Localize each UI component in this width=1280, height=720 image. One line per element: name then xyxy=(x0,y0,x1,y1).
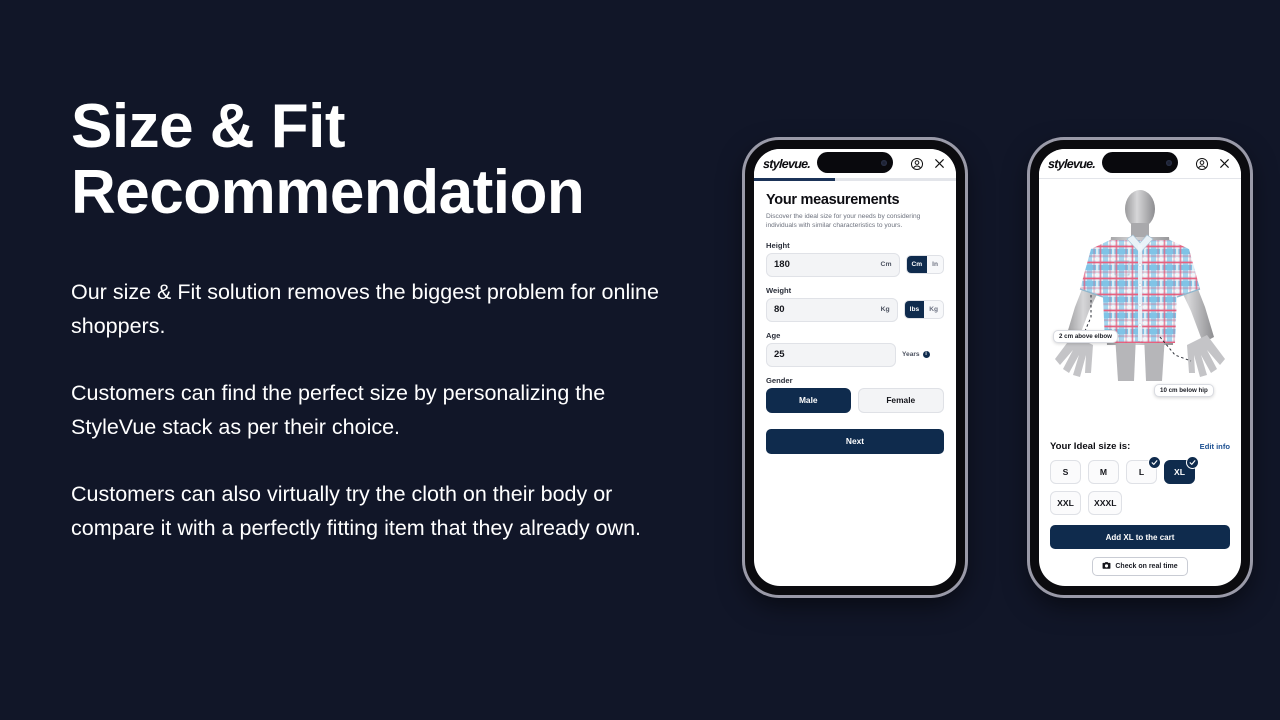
gender-option-male[interactable]: Male xyxy=(766,387,851,413)
stylevue-logo: stylevue. xyxy=(762,156,811,171)
front-camera-icon xyxy=(881,159,887,166)
size-chip-xxxl[interactable]: XXXL xyxy=(1088,491,1123,515)
weight-unit-kg[interactable]: Kg xyxy=(924,301,943,318)
size-options: S M L XL XXL XXXL xyxy=(1050,456,1230,515)
size-chip-label: S xyxy=(1062,467,1069,477)
hero-paragraphs: Our size & Fit solution removes the bigg… xyxy=(71,276,691,546)
size-chip-xl[interactable]: XL xyxy=(1164,456,1199,484)
age-label: Age xyxy=(766,330,781,340)
gender-label: Gender xyxy=(766,375,793,385)
page-title: Size & Fit Recommendation xyxy=(71,92,585,227)
add-to-cart-button[interactable]: Add XL to the cart xyxy=(1050,525,1230,549)
gender-options: Male Female xyxy=(766,387,944,413)
close-icon[interactable] xyxy=(1217,156,1232,171)
phone-screen-measurements: stylevue. Your measurements Discover the… xyxy=(754,149,956,586)
height-row: 180 Cm Cm In xyxy=(766,252,944,277)
size-chip-xxl[interactable]: XXL xyxy=(1050,491,1081,515)
size-chip-label: L xyxy=(1138,467,1145,477)
appbar-actions xyxy=(909,156,947,171)
weight-value: 80 xyxy=(774,304,785,316)
info-icon[interactable]: i xyxy=(922,351,930,359)
age-unit-label: Years xyxy=(902,351,920,359)
virtual-tryon-stage: 2 cm above elbow 10 cm below hip xyxy=(1039,179,1241,433)
age-row: 25 Years i xyxy=(766,342,944,367)
form-subtitle: Discover the ideal size for your needs b… xyxy=(766,212,921,230)
account-circle-icon[interactable] xyxy=(1194,156,1209,171)
annotation-below-hip: 10 cm below hip xyxy=(1154,384,1214,397)
form-title: Your measurements xyxy=(766,191,900,208)
height-unit-cm[interactable]: Cm xyxy=(906,256,928,274)
height-label: Height xyxy=(766,240,790,250)
hero-paragraph-1: Our size & Fit solution removes the bigg… xyxy=(71,280,659,339)
size-chip-label: M xyxy=(1099,467,1108,477)
next-button[interactable]: Next xyxy=(766,428,944,454)
age-value: 25 xyxy=(774,349,785,361)
height-value: 180 xyxy=(774,259,790,271)
height-input[interactable]: 180 Cm xyxy=(766,252,900,277)
size-chip-m[interactable]: M xyxy=(1088,460,1119,484)
front-camera-icon xyxy=(1166,159,1172,166)
age-unit-group: Years i xyxy=(902,351,944,359)
stylevue-logo: stylevue. xyxy=(1047,156,1096,171)
progress-bar xyxy=(754,178,956,181)
hero-copy: Size & Fit Recommendation Our size & Fit… xyxy=(71,94,691,546)
height-unit-in[interactable]: In xyxy=(927,256,943,273)
check-icon xyxy=(1148,456,1161,469)
hero-paragraph-2: Customers can find the perfect size by p… xyxy=(71,381,606,440)
appbar-actions xyxy=(1194,156,1232,171)
close-icon[interactable] xyxy=(932,156,947,171)
dynamic-island xyxy=(1102,152,1178,173)
phone-mockup-measurements: stylevue. Your measurements Discover the… xyxy=(745,140,965,595)
dynamic-island xyxy=(817,152,893,173)
size-chip-s[interactable]: S xyxy=(1050,460,1081,484)
camera-icon xyxy=(1102,561,1111,572)
gender-option-female[interactable]: Female xyxy=(857,387,944,413)
age-input[interactable]: 25 xyxy=(766,342,896,367)
height-unit-toggle[interactable]: Cm In xyxy=(905,255,944,275)
size-chip-label: XL xyxy=(1174,467,1185,477)
size-chip-label: XXXL xyxy=(1094,498,1117,508)
account-circle-icon[interactable] xyxy=(909,156,924,171)
progress-bar-fill xyxy=(754,178,835,181)
weight-input[interactable]: 80 Kg xyxy=(766,297,898,322)
check-real-time-label: Check on real time xyxy=(1115,563,1178,570)
ideal-size-label: Your Ideal size is: xyxy=(1050,441,1131,452)
measurements-form: Your measurements Discover the ideal siz… xyxy=(754,181,956,587)
mannequin-figure: 2 cm above elbow 10 cm below hip xyxy=(1039,185,1241,397)
weight-unit-lbs[interactable]: lbs xyxy=(904,301,925,319)
size-chip-l[interactable]: L xyxy=(1126,456,1161,484)
phone-mockup-tryon: stylevue. 2 cm above elbow 10 cm below h… xyxy=(1030,140,1250,595)
height-unit-suffix: Cm xyxy=(880,261,892,269)
hero-paragraph-3: Customers can also virtually try the clo… xyxy=(71,482,642,541)
weight-label: Weight xyxy=(766,285,792,295)
phone-screen-tryon: stylevue. 2 cm above elbow 10 cm below h… xyxy=(1039,149,1241,586)
check-icon xyxy=(1186,456,1199,469)
weight-unit-toggle[interactable]: lbs Kg xyxy=(903,300,944,320)
weight-row: 80 Kg lbs Kg xyxy=(766,297,944,322)
annotation-above-elbow: 2 cm above elbow xyxy=(1053,330,1118,343)
check-real-time-button[interactable]: Check on real time xyxy=(1092,557,1188,576)
sizes-header: Your Ideal size is: Edit info xyxy=(1050,441,1230,452)
weight-unit-suffix: Kg xyxy=(880,306,890,314)
edit-info-link[interactable]: Edit info xyxy=(1200,442,1230,451)
size-chip-label: XXL xyxy=(1057,498,1074,508)
size-recommendation-panel: Your Ideal size is: Edit info S M L XL X… xyxy=(1039,433,1241,586)
